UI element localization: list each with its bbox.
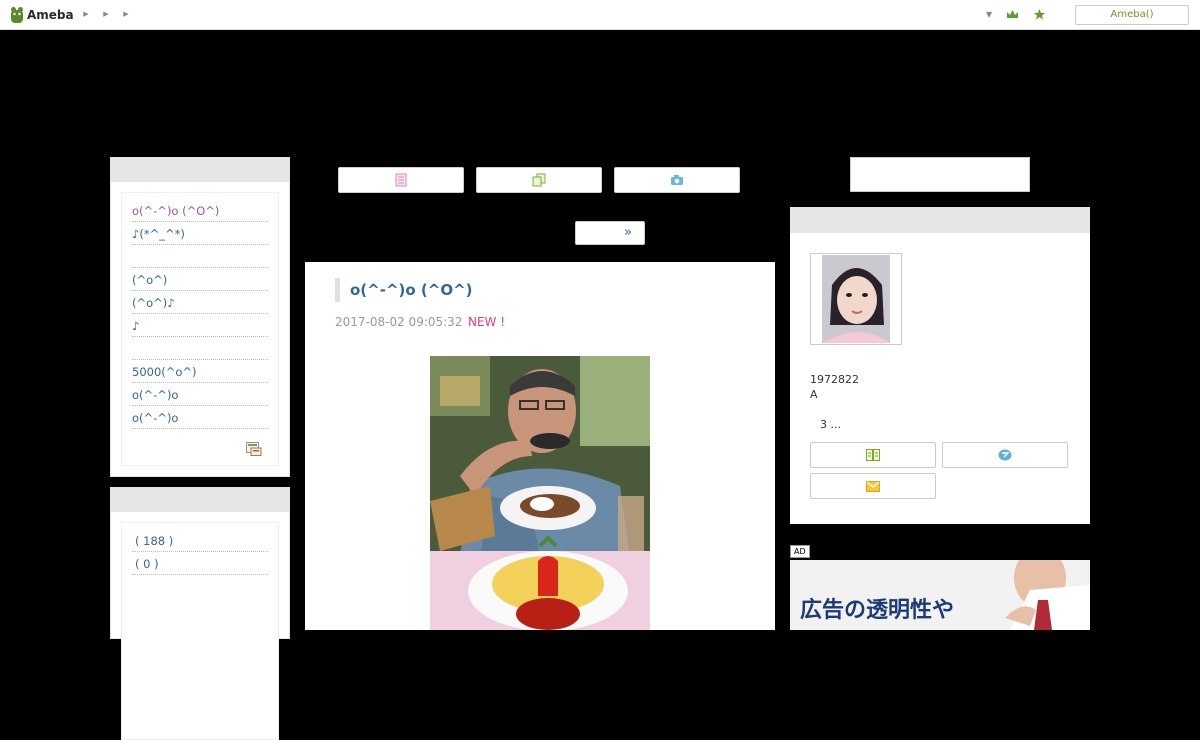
rss-icon[interactable] bbox=[246, 441, 262, 456]
breadcrumb: ▶ ▶ ▶ bbox=[82, 9, 130, 19]
entry-link[interactable]: ♪(*^_^*) bbox=[132, 222, 268, 245]
article-photo[interactable] bbox=[430, 356, 650, 630]
breadcrumb-arrow-icon[interactable]: ▶ bbox=[102, 9, 110, 19]
ameba-logo[interactable]: Ameba bbox=[10, 5, 74, 25]
archive-list: ( 188 ) ( 0 ) bbox=[121, 522, 279, 740]
breadcrumb-arrow-icon[interactable]: ▶ bbox=[122, 9, 130, 19]
ameba-account-button[interactable]: Ameba() bbox=[1075, 5, 1189, 25]
profile-blog-button[interactable] bbox=[810, 442, 936, 468]
logo-text: Ameba bbox=[27, 8, 74, 22]
mail-icon bbox=[866, 480, 880, 492]
entry-link[interactable]: ♪ bbox=[132, 314, 268, 337]
archive-link[interactable]: ( 188 ) bbox=[132, 529, 268, 552]
recent-entries-header bbox=[111, 158, 289, 182]
document-icon bbox=[395, 173, 407, 187]
entry-link[interactable] bbox=[132, 337, 268, 360]
entry-link[interactable] bbox=[132, 245, 268, 268]
entry-link[interactable]: (^o^) bbox=[132, 268, 268, 291]
entry-link[interactable]: o(^-^)o bbox=[132, 383, 268, 406]
profile-more-link[interactable]: 3 ... bbox=[820, 418, 841, 431]
article-date: 2017-08-02 09:05:32 bbox=[335, 315, 463, 329]
copy-pages-icon bbox=[532, 173, 546, 187]
crown-icon[interactable] bbox=[1006, 8, 1019, 21]
star-icon[interactable] bbox=[1033, 8, 1046, 21]
dropdown-arrow-icon[interactable]: ▼ bbox=[986, 10, 992, 19]
recent-entries-list: o(^-^)o (^O^) ♪(*^_^*) (^o^) (^o^)♪ ♪ 50… bbox=[121, 192, 279, 466]
new-badge: NEW ! bbox=[468, 315, 506, 329]
speech-bubble-icon bbox=[998, 449, 1012, 461]
blog-button[interactable] bbox=[338, 167, 464, 193]
profile-box: 1972822 A 3 ... bbox=[790, 207, 1090, 524]
article-title[interactable]: o(^-^)o (^O^) bbox=[335, 278, 473, 302]
entry-link[interactable]: (^o^)♪ bbox=[132, 291, 268, 314]
ad-banner[interactable]: 広告の透明性や bbox=[790, 560, 1090, 630]
profile-subtitle: A bbox=[810, 388, 818, 401]
breadcrumb-arrow-icon[interactable]: ▶ bbox=[82, 9, 90, 19]
book-icon bbox=[866, 449, 880, 461]
profile-header bbox=[790, 207, 1090, 233]
blog-article: o(^-^)o (^O^) 2017-08-02 09:05:32 NEW ! bbox=[305, 262, 775, 630]
profile-message-button[interactable] bbox=[810, 473, 936, 499]
search-box[interactable] bbox=[850, 157, 1030, 192]
left-sidebar: o(^-^)o (^O^) ♪(*^_^*) (^o^) (^o^)♪ ♪ 50… bbox=[110, 157, 290, 740]
camera-icon bbox=[671, 175, 683, 185]
entry-link[interactable]: 5000(^o^) bbox=[132, 360, 268, 383]
ameba-frog-icon bbox=[11, 7, 23, 23]
photo-button[interactable] bbox=[614, 167, 740, 193]
top-header: Ameba ▶ ▶ ▶ ▼ Ameba() bbox=[0, 0, 1200, 30]
profile-content: 1972822 A 3 ... bbox=[800, 243, 1080, 513]
profile-comment-button[interactable] bbox=[942, 442, 1068, 468]
archive-header bbox=[111, 488, 289, 512]
next-page-button[interactable]: » bbox=[575, 221, 645, 245]
recent-entries-box: o(^-^)o (^O^) ♪(*^_^*) (^o^) (^o^)♪ ♪ 50… bbox=[110, 157, 290, 477]
archive-link[interactable]: ( 0 ) bbox=[132, 552, 268, 575]
archive-box: ( 188 ) ( 0 ) bbox=[110, 487, 290, 740]
rss-area bbox=[132, 429, 268, 456]
list-button[interactable] bbox=[476, 167, 602, 193]
header-icons: ▼ bbox=[986, 8, 1046, 21]
avatar[interactable] bbox=[810, 253, 902, 345]
ad-text: 広告の透明性や bbox=[800, 598, 955, 623]
entry-link[interactable]: o(^-^)o bbox=[132, 406, 268, 429]
ad-label: AD bbox=[790, 545, 810, 558]
profile-id: 1972822 bbox=[810, 373, 859, 386]
entry-link[interactable]: o(^-^)o (^O^) bbox=[132, 199, 268, 222]
